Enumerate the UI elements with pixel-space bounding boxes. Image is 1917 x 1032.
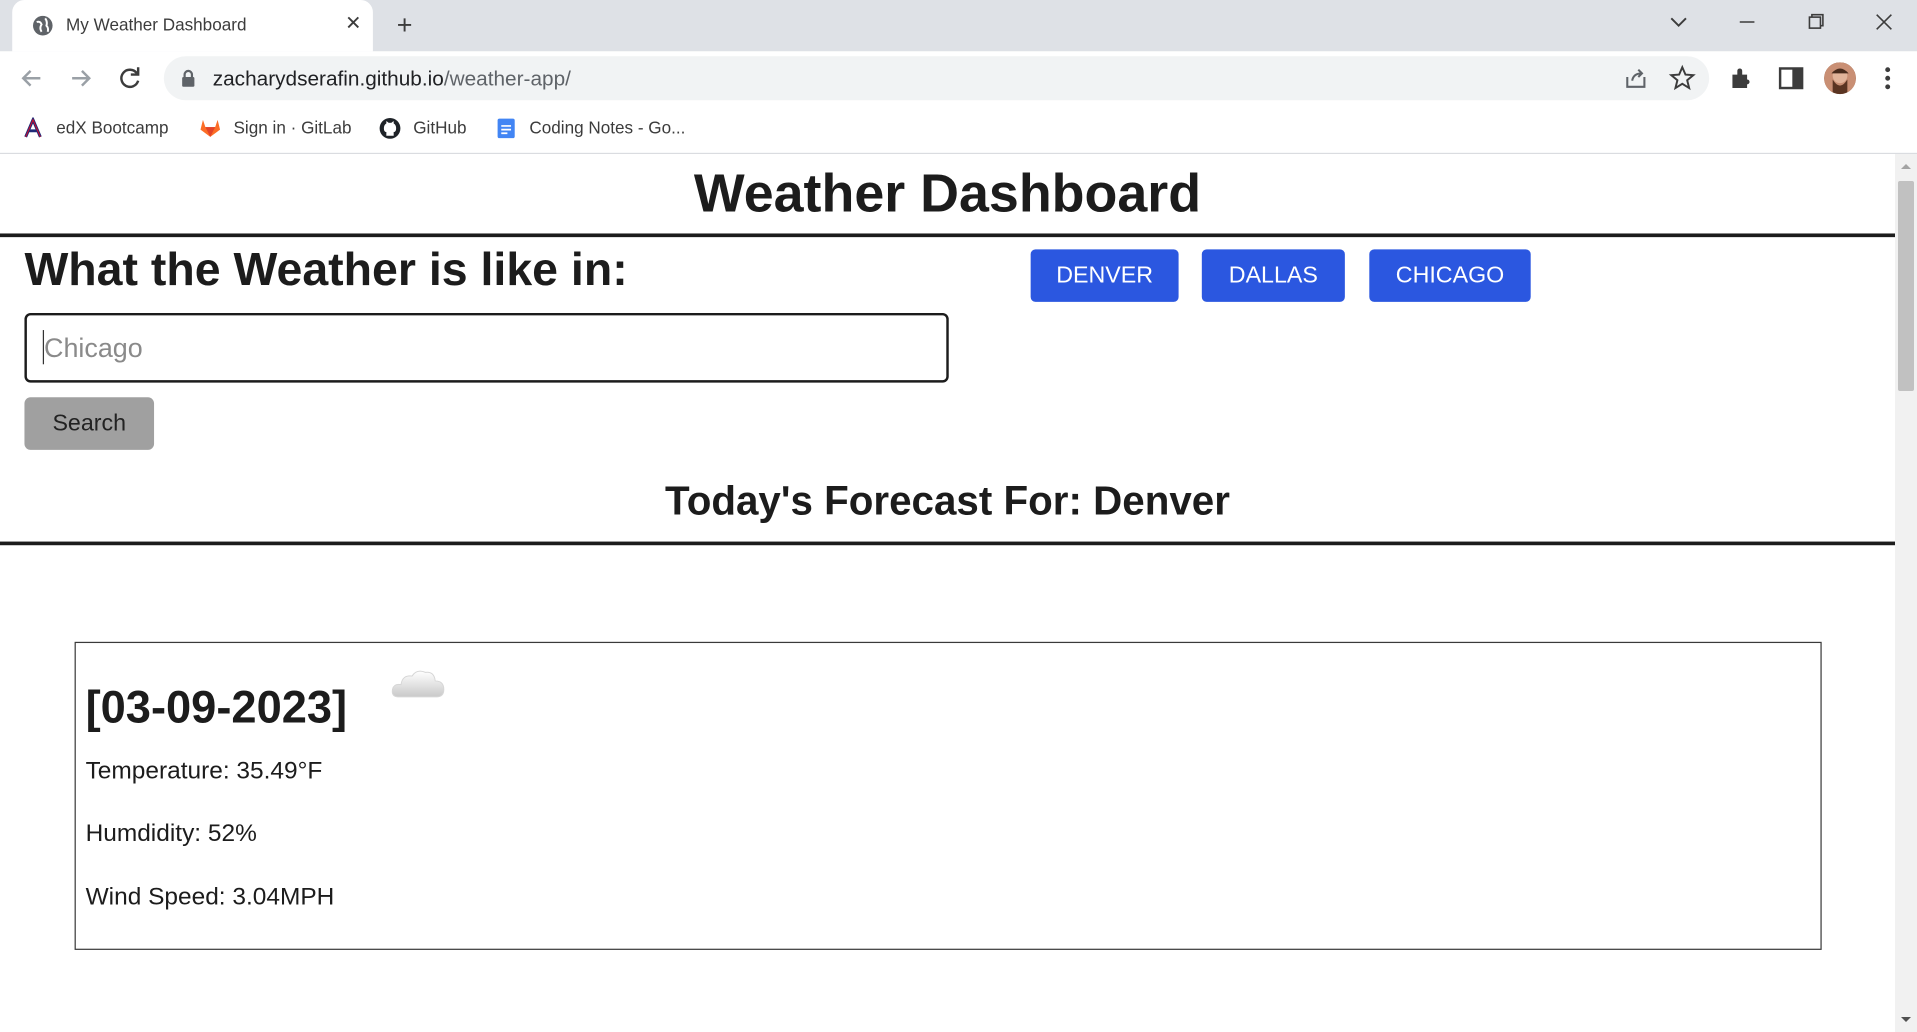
- google-docs-icon: [497, 118, 515, 139]
- browser-tab[interactable]: My Weather Dashboard ✕: [12, 0, 373, 52]
- minimize-icon[interactable]: [1713, 0, 1781, 44]
- humidity-text: Humdidity: 52%: [85, 820, 257, 848]
- cloud-icon: [391, 670, 445, 698]
- wind-speed-text: Wind Speed: 3.04MPH: [85, 883, 335, 911]
- tab-close-icon[interactable]: ✕: [340, 11, 367, 38]
- header-divider: [0, 233, 1895, 238]
- city-button-dallas[interactable]: DALLAS: [1201, 249, 1345, 302]
- forward-icon[interactable]: [64, 61, 98, 95]
- page-title: Weather Dashboard: [693, 163, 1202, 224]
- new-tab-button[interactable]: +: [389, 10, 421, 42]
- temperature-text: Temperature: 35.49°F: [85, 757, 323, 785]
- tab-strip: My Weather Dashboard ✕ +: [0, 0, 1917, 52]
- scrollbar-thumb[interactable]: [1898, 181, 1914, 391]
- city-button-chicago[interactable]: CHICAGO: [1369, 249, 1531, 302]
- bookmark-star-icon[interactable]: [1668, 64, 1697, 93]
- restore-icon[interactable]: [1781, 0, 1849, 44]
- browser-chrome: My Weather Dashboard ✕ + zacharydserafin…: [0, 0, 1917, 154]
- close-window-icon[interactable]: [1850, 0, 1917, 44]
- arizona-logo-icon: [24, 117, 42, 138]
- url-text: zacharydserafin.github.io/weather-app/: [212, 67, 571, 91]
- browser-toolbar: zacharydserafin.github.io/weather-app/: [0, 51, 1917, 106]
- forecast-title: Today's Forecast For: Denver: [665, 477, 1230, 524]
- weather-app: Weather Dashboard What the Weather is li…: [0, 154, 1895, 1032]
- page-scrollbar[interactable]: [1895, 154, 1917, 1032]
- lock-icon: [182, 69, 195, 87]
- profile-avatar[interactable]: [1824, 62, 1856, 95]
- tab-title: My Weather Dashboard: [66, 14, 247, 35]
- today-forecast-card: [03-09-2023] Temperature: 35.49°F Humdid…: [74, 641, 1822, 950]
- globe-icon: [33, 15, 53, 36]
- page-viewport: Weather Dashboard What the Weather is li…: [0, 154, 1895, 1032]
- scroll-down-icon[interactable]: [1895, 1010, 1917, 1030]
- search-heading: What the Weather is like in:: [24, 244, 628, 296]
- city-search-input[interactable]: [24, 312, 949, 383]
- extensions-icon[interactable]: [1728, 64, 1757, 93]
- bookmarks-bar: edX Bootcamp Sign in · GitLab GitHub Cod…: [0, 105, 1917, 154]
- github-icon: [379, 117, 401, 139]
- gitlab-icon: [200, 119, 221, 137]
- side-panel-icon[interactable]: [1776, 64, 1805, 93]
- scroll-up-icon[interactable]: [1895, 156, 1917, 176]
- text-caret: [42, 330, 45, 365]
- forecast-divider: [0, 541, 1895, 546]
- search-button[interactable]: Search: [24, 397, 155, 450]
- share-icon[interactable]: [1621, 64, 1650, 93]
- back-icon[interactable]: [15, 61, 49, 95]
- city-button-denver[interactable]: DENVER: [1030, 249, 1179, 302]
- reload-icon[interactable]: [112, 61, 146, 95]
- menu-kebab-icon[interactable]: [1873, 64, 1902, 93]
- forecast-date: [03-09-2023]: [85, 682, 348, 733]
- tab-search-icon[interactable]: [1644, 0, 1712, 44]
- address-bar[interactable]: zacharydserafin.github.io/weather-app/: [163, 56, 1710, 101]
